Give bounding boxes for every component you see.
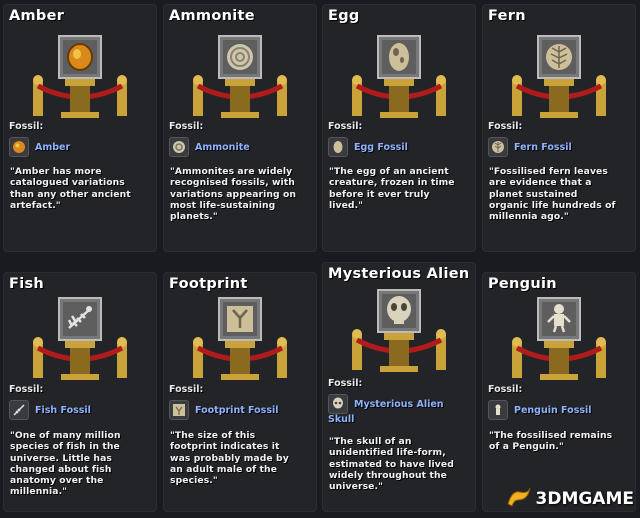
- fossil-card-fish[interactable]: Fish Fossil: Fish Fossil "One of many mi…: [3, 272, 157, 512]
- fossil-label: Fossil:: [328, 378, 363, 389]
- card-title: Ammonite: [169, 8, 255, 24]
- fossil-collection-grid: Amber Fossil: Amber "Amber has more cata…: [0, 0, 640, 518]
- fossil-card-fern[interactable]: Fern Fossil: Fern Fossil "Fossilised fer…: [482, 4, 636, 252]
- item-name-line2[interactable]: Skull: [328, 414, 354, 426]
- item-link-row[interactable]: Ammonite: [169, 137, 250, 157]
- item-description: "Amber has more catalogued variations th…: [10, 166, 131, 211]
- fossil-card-footprint[interactable]: Footprint Fossil: Footprint Fossil "The …: [163, 272, 317, 512]
- item-description: "One of many million species of fish in …: [10, 430, 121, 498]
- fossil-card-egg[interactable]: Egg Fossil: Egg Fossil "The egg of an an…: [322, 4, 476, 252]
- item-name[interactable]: Penguin Fossil: [514, 405, 592, 416]
- fossil-card-ammonite[interactable]: Ammonite Fossil: Ammonite "Ammonites are…: [163, 4, 317, 252]
- item-name[interactable]: Fern Fossil: [514, 142, 572, 153]
- fossil-label: Fossil:: [488, 121, 523, 132]
- alien-skull-icon: [328, 394, 348, 414]
- display-pedestal: [352, 35, 446, 118]
- item-link-row[interactable]: Egg Fossil: [328, 137, 408, 157]
- item-name[interactable]: Footprint Fossil: [195, 405, 279, 416]
- display-pedestal: [512, 35, 606, 118]
- dragon-logo-icon: [506, 486, 532, 512]
- card-title: Amber: [9, 8, 65, 24]
- item-description: "Fossilised fern leaves are evidence tha…: [489, 166, 616, 223]
- item-name[interactable]: Mysterious Alien: [354, 399, 444, 410]
- fossil-label: Fossil:: [9, 121, 44, 132]
- item-description: "The egg of an ancient creature, frozen …: [329, 166, 455, 211]
- watermark-text: 3DMGAME: [535, 489, 635, 509]
- display-pedestal: [352, 289, 446, 372]
- fish-fossil-icon: [9, 400, 29, 420]
- fossil-label: Fossil:: [169, 384, 204, 395]
- item-name[interactable]: Fish Fossil: [35, 405, 91, 416]
- item-link-row[interactable]: Fern Fossil: [488, 137, 572, 157]
- fern-fossil-icon: [488, 137, 508, 157]
- amber-icon: [9, 137, 29, 157]
- watermark: 3DMGAME: [506, 486, 635, 512]
- fossil-card-penguin[interactable]: Penguin Fossil: Penguin Fossil "The foss…: [482, 272, 636, 512]
- ammonite-icon: [169, 137, 189, 157]
- item-name[interactable]: Egg Fossil: [354, 142, 408, 153]
- fossil-card-amber[interactable]: Amber Fossil: Amber "Amber has more cata…: [3, 4, 157, 252]
- penguin-fossil-icon: [488, 400, 508, 420]
- fossil-label: Fossil:: [169, 121, 204, 132]
- display-pedestal: [512, 297, 606, 380]
- fossil-label: Fossil:: [9, 384, 44, 395]
- card-title: Mysterious Alien: [328, 266, 470, 282]
- card-title: Footprint: [169, 276, 248, 292]
- footprint-fossil-icon: [169, 400, 189, 420]
- fossil-card-mysterious-alien[interactable]: Mysterious Alien Fossil: Mysterious Alie…: [322, 262, 476, 512]
- display-pedestal: [33, 297, 127, 380]
- display-pedestal: [193, 35, 287, 118]
- item-description: "Ammonites are widely recognised fossils…: [170, 166, 297, 223]
- item-link-row[interactable]: Footprint Fossil: [169, 400, 279, 420]
- card-title: Penguin: [488, 276, 557, 292]
- item-link-row[interactable]: Mysterious Alien: [328, 394, 444, 414]
- card-title: Fish: [9, 276, 45, 292]
- card-title: Fern: [488, 8, 526, 24]
- egg-fossil-icon: [328, 137, 348, 157]
- item-name[interactable]: Ammonite: [195, 142, 250, 153]
- item-link-row[interactable]: Amber: [9, 137, 70, 157]
- item-name[interactable]: Amber: [35, 142, 70, 153]
- item-link-row[interactable]: Penguin Fossil: [488, 400, 592, 420]
- item-description: "The fossilised remains of a Penguin.": [489, 430, 613, 453]
- item-description: "The size of this footprint indicates it…: [170, 430, 289, 487]
- item-description: "The skull of an unidentified life-form,…: [329, 436, 454, 493]
- card-title: Egg: [328, 8, 360, 24]
- fossil-label: Fossil:: [488, 384, 523, 395]
- item-link-row[interactable]: Fish Fossil: [9, 400, 91, 420]
- display-pedestal: [33, 35, 127, 118]
- display-pedestal: [193, 297, 287, 380]
- fossil-label: Fossil:: [328, 121, 363, 132]
